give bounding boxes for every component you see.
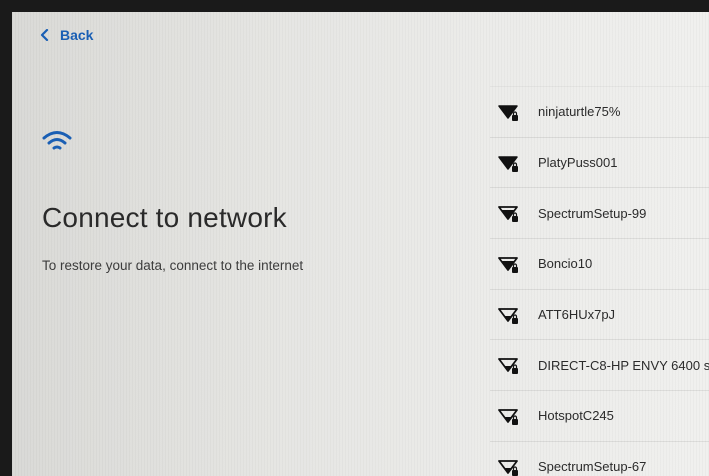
network-name: SpectrumSetup-99 <box>538 205 647 221</box>
network-name: ninjaturtle75% <box>538 104 621 120</box>
page-subtitle: To restore your data, connect to the int… <box>42 258 304 273</box>
wifi-lock-icon <box>498 155 518 172</box>
network-name: SpectrumSetup-67 <box>538 459 647 475</box>
network-item[interactable]: Boncio10 <box>490 239 709 290</box>
back-label: Back <box>60 27 94 43</box>
network-item[interactable]: ATT6HUx7pJ <box>490 290 709 341</box>
network-item[interactable]: DIRECT-C8-HP ENVY 6400 s <box>490 340 709 392</box>
network-list: ninjaturtle75% PlatyPuss001 SpectrumSetu… <box>490 86 709 476</box>
wifi-lock-icon <box>498 105 518 121</box>
network-item[interactable]: SpectrumSetup-99 <box>490 188 709 240</box>
network-item[interactable]: PlatyPuss001 <box>490 138 709 189</box>
network-name: Boncio10 <box>538 256 593 272</box>
wifi-lock-icon <box>498 358 518 375</box>
chevron-left-icon <box>40 29 49 41</box>
wifi-lock-icon <box>498 206 518 223</box>
wifi-icon <box>42 131 72 150</box>
wifi-lock-icon <box>498 409 518 425</box>
wifi-lock-icon <box>498 307 518 324</box>
network-name: DIRECT-C8-HP ENVY 6400 s <box>538 357 709 373</box>
network-name: PlatyPuss001 <box>538 155 618 171</box>
wifi-lock-icon <box>498 257 518 273</box>
page-title: Connect to network <box>42 202 287 233</box>
back-button[interactable]: Back <box>40 27 93 43</box>
network-item[interactable]: HotspotC245 <box>490 391 709 442</box>
network-name: ATT6HUx7pJ <box>538 307 616 323</box>
network-name: HotspotC245 <box>538 408 614 424</box>
setup-screen: Back Connect to network To restore your … <box>12 12 709 476</box>
network-item[interactable]: SpectrumSetup-67 <box>490 442 709 476</box>
network-item[interactable]: ninjaturtle75% <box>490 86 709 138</box>
wifi-lock-icon <box>498 459 518 476</box>
